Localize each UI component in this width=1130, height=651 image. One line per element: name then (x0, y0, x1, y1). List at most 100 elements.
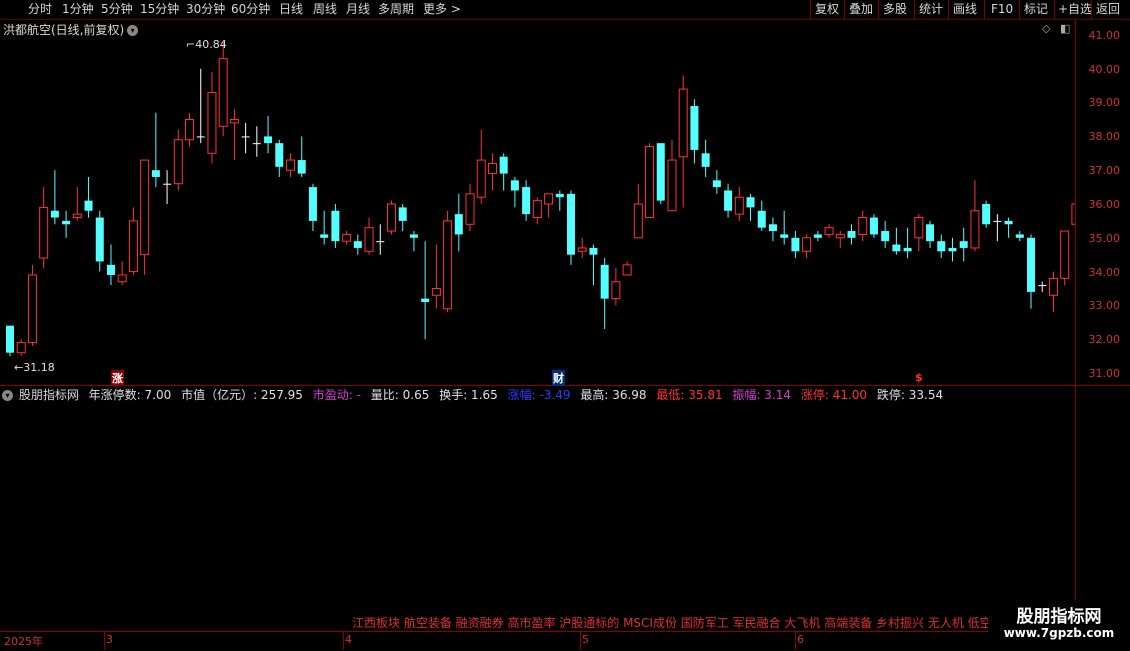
candle[interactable] (1060, 230, 1070, 286)
candle[interactable] (555, 190, 564, 211)
tab-weekly[interactable]: 周线 (313, 1, 337, 18)
tab-more[interactable]: 更多 > (423, 1, 461, 18)
candle[interactable] (1048, 271, 1058, 313)
candle[interactable] (16, 339, 26, 357)
candle[interactable] (993, 214, 1002, 242)
candle[interactable] (431, 244, 441, 309)
tab-monthly[interactable]: 月线 (346, 1, 370, 18)
candle[interactable] (656, 143, 665, 204)
candle[interactable] (72, 187, 82, 221)
candle[interactable] (667, 139, 677, 212)
candle[interactable] (959, 227, 968, 262)
tab-60min[interactable]: 60分钟 (231, 1, 270, 18)
candle[interactable] (1015, 231, 1024, 242)
candle[interactable] (275, 139, 284, 177)
candle[interactable] (50, 170, 59, 225)
candle[interactable] (948, 237, 957, 262)
candle[interactable] (600, 258, 609, 330)
candle[interactable] (106, 244, 115, 286)
candlestick-chart[interactable] (0, 20, 1075, 385)
candle[interactable] (140, 159, 150, 275)
draw-line-button[interactable]: 画线 (953, 1, 977, 18)
candle[interactable] (892, 227, 901, 255)
candle[interactable] (881, 220, 890, 248)
candle[interactable] (163, 170, 172, 204)
candle[interactable] (386, 200, 396, 235)
candle[interactable] (791, 231, 800, 259)
candle[interactable] (757, 200, 766, 232)
candle[interactable] (712, 170, 721, 194)
candle[interactable] (252, 126, 261, 157)
candle[interactable] (926, 220, 935, 248)
tab-30min[interactable]: 30分钟 (186, 1, 225, 18)
candle[interactable] (229, 109, 239, 161)
candle[interactable] (567, 190, 575, 265)
candle[interactable] (443, 210, 453, 313)
candle[interactable] (678, 75, 688, 208)
tab-intraday[interactable]: 分时 (28, 1, 52, 18)
candle[interactable] (1038, 281, 1047, 292)
candle[interactable] (207, 72, 217, 164)
candle[interactable] (117, 261, 127, 286)
candle[interactable] (532, 197, 542, 225)
tab-5min[interactable]: 5分钟 (101, 1, 133, 18)
candle[interactable] (308, 183, 317, 232)
indicator-name[interactable]: 股朋指标网 (19, 388, 79, 402)
candle[interactable] (724, 183, 733, 218)
candle[interactable] (421, 241, 430, 340)
candle[interactable] (297, 136, 306, 177)
tab-15min[interactable]: 15分钟 (140, 1, 179, 18)
candle[interactable] (454, 193, 463, 252)
candle[interactable] (398, 204, 407, 232)
candle[interactable] (499, 153, 508, 191)
candle[interactable] (364, 217, 374, 255)
add-watchlist-button[interactable]: +自选 (1058, 1, 1092, 18)
candle[interactable] (39, 187, 49, 269)
candle[interactable] (701, 139, 710, 177)
candle[interactable] (813, 231, 822, 242)
candle[interactable] (1004, 217, 1013, 238)
candle[interactable] (487, 153, 497, 191)
candle[interactable] (869, 214, 878, 238)
candle[interactable] (914, 214, 924, 252)
candle[interactable] (286, 153, 295, 177)
candle[interactable] (858, 210, 868, 242)
mark-button[interactable]: 标记 (1024, 1, 1048, 18)
candle[interactable] (633, 183, 643, 239)
candle[interactable] (27, 264, 37, 346)
candle[interactable] (937, 234, 946, 259)
chevron-down-icon[interactable]: ▾ (2, 390, 13, 401)
fuquan-button[interactable]: 复权 (815, 1, 839, 18)
candle[interactable] (353, 234, 362, 255)
candle[interactable] (409, 231, 418, 252)
candle[interactable] (970, 180, 980, 252)
candle[interactable] (218, 41, 228, 137)
candle[interactable] (62, 210, 71, 238)
candle[interactable] (320, 210, 329, 245)
candle[interactable] (331, 204, 340, 248)
candle[interactable] (1071, 190, 1075, 231)
candle[interactable] (376, 224, 385, 255)
candle[interactable] (824, 224, 834, 238)
overlay-button[interactable]: 叠加 (849, 1, 873, 18)
candle[interactable] (903, 227, 912, 259)
dividend-marker[interactable]: $ (915, 371, 923, 384)
f10-button[interactable]: F10 (991, 1, 1013, 18)
candle[interactable] (734, 187, 744, 221)
candle[interactable] (768, 217, 777, 242)
candle[interactable] (835, 231, 845, 248)
candle[interactable] (264, 116, 273, 154)
candle[interactable] (6, 325, 14, 357)
candle[interactable] (780, 210, 789, 245)
candle[interactable] (690, 99, 699, 164)
candle[interactable] (342, 231, 352, 245)
candle[interactable] (128, 207, 138, 275)
candle[interactable] (522, 180, 531, 221)
candle[interactable] (982, 200, 991, 228)
finance-marker[interactable]: 财 (552, 370, 565, 386)
tab-daily[interactable]: 日线 (279, 1, 303, 18)
candle[interactable] (577, 237, 587, 259)
candle[interactable] (622, 261, 632, 276)
candle[interactable] (847, 224, 856, 245)
candle[interactable] (95, 210, 104, 272)
